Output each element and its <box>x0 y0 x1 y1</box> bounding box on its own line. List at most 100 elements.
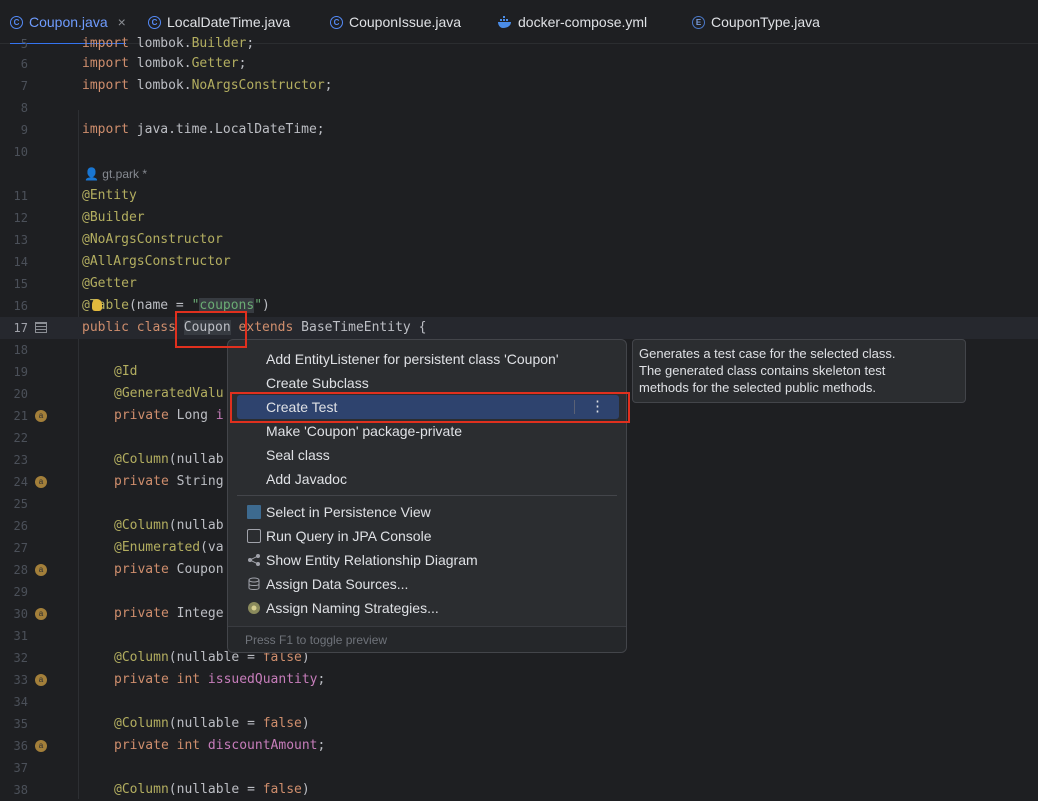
code-line: 37 <box>0 757 1038 779</box>
tab-label: CouponType.java <box>711 14 820 30</box>
code-line: 16 @Table(name = "coupons") <box>0 295 1038 317</box>
line-number: 7 <box>20 79 28 93</box>
code-line: 15 @Getter <box>0 273 1038 295</box>
line-number: 5 <box>20 37 28 51</box>
code-line: 7 import lombok.NoArgsConstructor; <box>0 75 1038 97</box>
code-text: @Builder <box>82 210 145 225</box>
code-text: @Column(nullable = false) <box>114 716 310 731</box>
line-number: 19 <box>13 365 28 379</box>
line-number: 8 <box>20 101 28 115</box>
line-number: 33 <box>13 673 28 687</box>
enum-icon: E <box>692 15 705 29</box>
code-line: 34 <box>0 691 1038 713</box>
line-number: 16 <box>13 299 28 313</box>
tab-label: LocalDateTime.java <box>167 14 291 30</box>
code-line: 12 @Builder <box>0 207 1038 229</box>
lightbulb-icon[interactable] <box>92 299 102 311</box>
line-number: 35 <box>13 717 28 731</box>
code-text: @NoArgsConstructor <box>82 232 223 247</box>
menu-item-seal-class[interactable]: Seal class <box>237 443 619 467</box>
code-line: 10 <box>0 141 1038 163</box>
close-icon[interactable]: × <box>118 14 126 30</box>
menu-separator <box>237 495 617 496</box>
line-number: 31 <box>13 629 28 643</box>
code-text: @Enumerated(va <box>114 540 224 555</box>
line-number: 37 <box>13 761 28 775</box>
code-text: private Intege <box>114 606 224 621</box>
line-number: 9 <box>20 123 28 137</box>
code-line: 5 import lombok.Builder; <box>0 33 1038 55</box>
naming-strategy-icon <box>248 602 260 614</box>
field-marker-icon[interactable]: a <box>35 608 47 620</box>
field-marker-icon[interactable]: a <box>35 410 47 422</box>
line-number: 29 <box>13 585 28 599</box>
line-number: 22 <box>13 431 28 445</box>
jpa-console-icon <box>247 529 261 543</box>
line-number: 24 <box>13 475 28 489</box>
code-text: @Column(nullab <box>114 518 224 533</box>
line-number: 30 <box>13 607 28 621</box>
code-line: 11 @Entity <box>0 185 1038 207</box>
persistence-view-icon <box>247 505 261 519</box>
field-marker-icon[interactable]: a <box>35 674 47 686</box>
highlight-box-class-name <box>175 311 247 348</box>
line-number: 15 <box>13 277 28 291</box>
tab-label: CouponIssue.java <box>349 14 462 30</box>
code-line: 14 @AllArgsConstructor <box>0 251 1038 273</box>
line-number: 38 <box>13 783 28 797</box>
menu-item-add-javadoc[interactable]: Add Javadoc <box>237 467 619 491</box>
highlight-box-create-test <box>230 392 630 423</box>
code-text: import lombok.NoArgsConstructor; <box>82 78 333 93</box>
code-text: private String <box>114 474 224 489</box>
line-number: 18 <box>13 343 28 357</box>
author-inlay-hint[interactable]: 👤 gt.park * <box>84 163 147 185</box>
menu-item-show-er-diagram[interactable]: Show Entity Relationship Diagram <box>237 548 619 572</box>
menu-item-assign-naming-strategies[interactable]: Assign Naming Strategies... <box>237 596 619 620</box>
code-text: import java.time.LocalDateTime; <box>82 122 325 137</box>
code-text: private int discountAmount; <box>114 738 326 753</box>
menu-item-add-entity-listener[interactable]: Add EntityListener for persistent class … <box>237 347 619 371</box>
code-text: public class Coupon extends BaseTimeEnti… <box>82 320 427 335</box>
code-line: 13 @NoArgsConstructor <box>0 229 1038 251</box>
field-marker-icon[interactable]: a <box>35 564 47 576</box>
diagram-icon <box>248 554 260 566</box>
field-marker-icon[interactable]: a <box>35 476 47 488</box>
class-icon: C <box>330 15 343 29</box>
line-number: 26 <box>13 519 28 533</box>
table-icon[interactable] <box>35 322 47 333</box>
code-line: 33 a private int issuedQuantity; <box>0 669 1038 691</box>
line-number: 11 <box>13 189 28 203</box>
tab-label: Coupon.java <box>29 14 108 30</box>
code-text: @Entity <box>82 188 137 203</box>
database-icon <box>248 577 260 590</box>
code-text: @Column(nullable = false) <box>114 782 310 797</box>
code-text: private Long i <box>114 408 224 423</box>
code-text: private int issuedQuantity; <box>114 672 326 687</box>
code-text: @Getter <box>82 276 137 291</box>
menu-item-select-in-persistence-view[interactable]: Select in Persistence View <box>237 500 619 524</box>
user-icon: 👤 <box>84 167 99 181</box>
code-text: @Id <box>114 364 138 379</box>
line-number: 27 <box>13 541 28 555</box>
line-number: 12 <box>13 211 28 225</box>
line-number: 32 <box>13 651 28 665</box>
intention-actions-popup: Add EntityListener for persistent class … <box>227 339 627 653</box>
line-number: 6 <box>20 57 28 71</box>
docker-icon <box>498 16 511 28</box>
line-number: 36 <box>13 739 28 753</box>
line-number: 28 <box>13 563 28 577</box>
menu-item-run-query-jpa-console[interactable]: Run Query in JPA Console <box>237 524 619 548</box>
code-text: private Coupon <box>114 562 224 577</box>
code-line: 9 import java.time.LocalDateTime; <box>0 119 1038 141</box>
tooltip-line: methods for the selected public methods. <box>639 380 877 395</box>
code-line: 6 import lombok.Getter; <box>0 53 1038 75</box>
line-number: 14 <box>13 255 28 269</box>
popup-footer-hint: Press F1 to toggle preview <box>228 626 626 652</box>
code-line: 35 @Column(nullable = false) <box>0 713 1038 735</box>
field-marker-icon[interactable]: a <box>35 740 47 752</box>
code-text: @Column(nullab <box>114 452 224 467</box>
line-number: 13 <box>13 233 28 247</box>
code-text: import lombok.Builder; <box>82 36 255 51</box>
line-number: 21 <box>13 409 28 423</box>
menu-item-assign-data-sources[interactable]: Assign Data Sources... <box>237 572 619 596</box>
